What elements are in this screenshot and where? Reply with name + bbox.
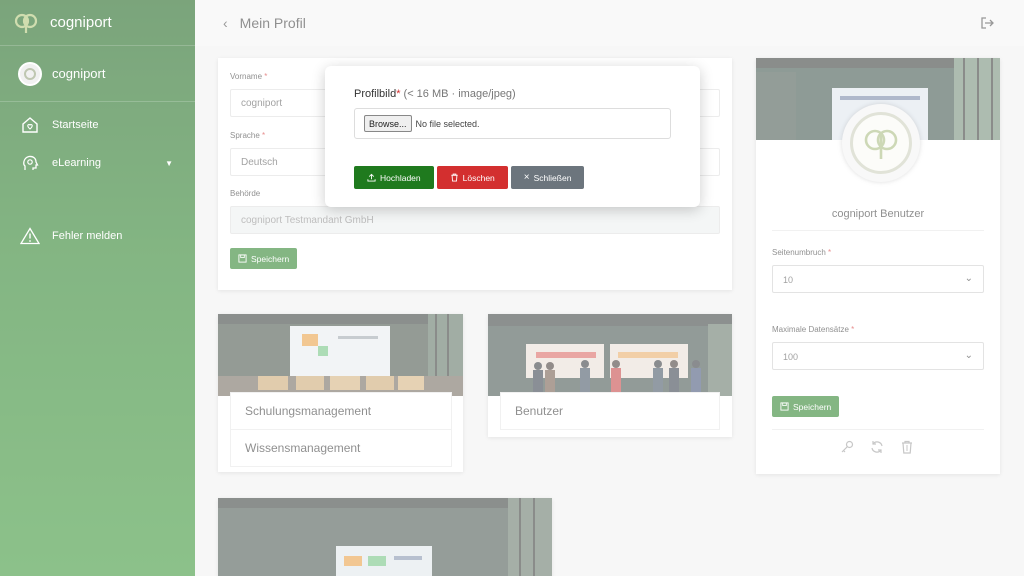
profile-image-modal: Profilbild* (< 16 MB · image/jpeg) Brows… [325, 66, 700, 207]
upload-icon [367, 173, 376, 182]
close-button[interactable]: × Schließen [510, 166, 585, 189]
modal-actions: Hochladen Löschen × Schließen [354, 166, 671, 189]
close-icon: × [523, 171, 530, 183]
browse-button[interactable]: Browse... [364, 115, 412, 132]
upload-button[interactable]: Hochladen [354, 166, 434, 189]
file-status: No file selected. [415, 118, 480, 129]
file-input[interactable]: Browse... No file selected. [354, 108, 671, 139]
profile-image-label: Profilbild* (< 16 MB · image/jpeg) [354, 88, 516, 100]
trash-icon [450, 173, 458, 182]
delete-button[interactable]: Löschen [436, 166, 508, 189]
